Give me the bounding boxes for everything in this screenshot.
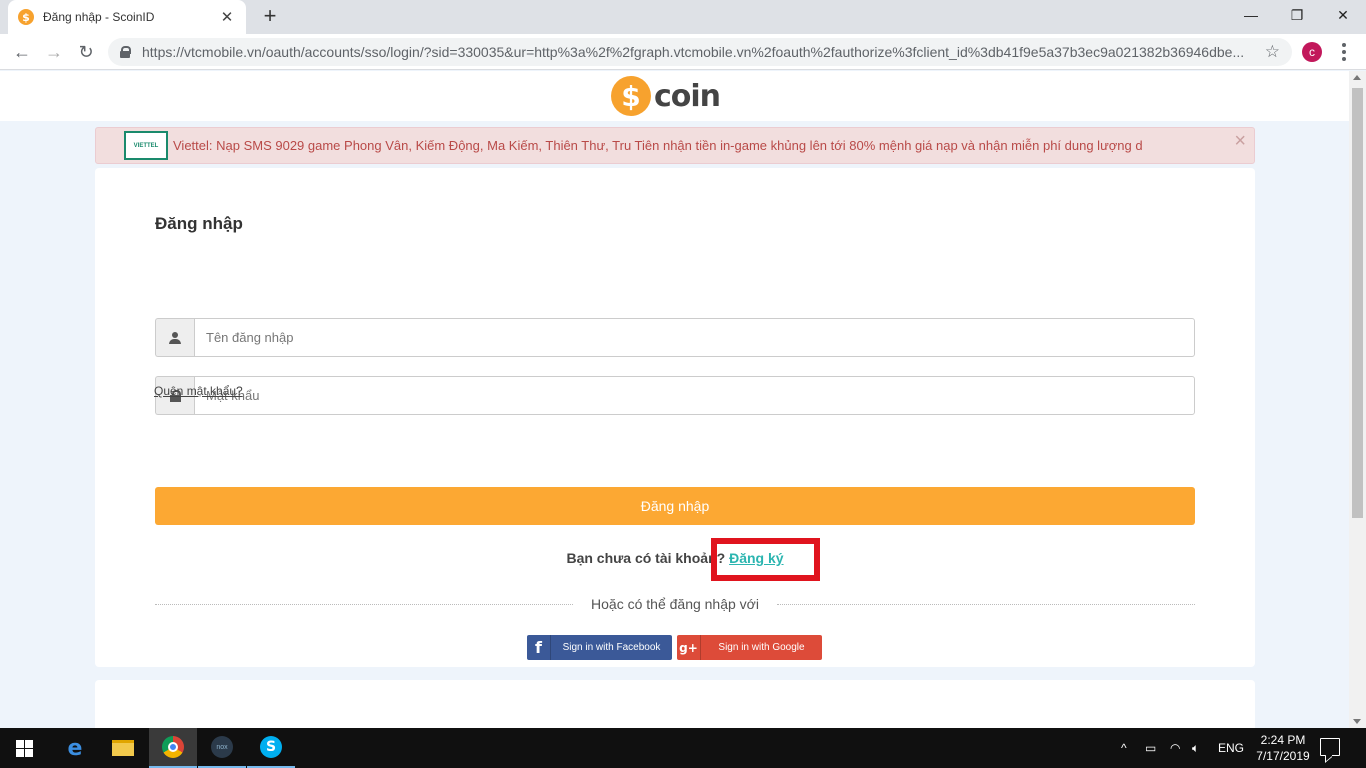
username-group (155, 318, 1195, 357)
back-arrow-icon[interactable]: ← (10, 40, 34, 64)
secure-lock-icon[interactable] (120, 46, 131, 58)
page-viewport: $ coin VIETTEL Viettel: Nạp SMS 9029 gam… (0, 71, 1349, 728)
tab-title: Đăng nhập - ScoinID (43, 10, 155, 24)
login-button[interactable]: Đăng nhập (155, 487, 1195, 525)
scroll-up-icon[interactable] (1353, 75, 1361, 80)
bookmark-star-icon[interactable]: ☆ (1265, 42, 1280, 62)
minimize-icon[interactable]: — (1228, 0, 1274, 30)
scroll-down-icon[interactable] (1353, 719, 1361, 724)
skype-icon: S (260, 736, 282, 758)
register-prompt: Bạn chưa có tài khoản? Đăng ký (95, 550, 1255, 566)
clock-time: 2:24 PM (1260, 733, 1306, 747)
no-account-text: Bạn chưa có tài khoản? (566, 550, 726, 566)
address-bar[interactable]: https://vtcmobile.vn/oauth/accounts/sso/… (108, 38, 1292, 66)
browser-menu-icon[interactable] (1336, 40, 1352, 64)
reload-icon[interactable]: ↻ (74, 40, 98, 64)
windows-logo-icon (15, 739, 33, 757)
promo-alert: VIETTEL Viettel: Nạp SMS 9029 game Phong… (95, 127, 1255, 164)
facebook-icon: f (527, 635, 551, 660)
new-tab-plus-icon[interactable]: + (258, 4, 282, 28)
login-card: Đăng nhập Quên mật khẩu? Đăng nhập Bạn c… (95, 168, 1255, 667)
login-title: Đăng nhập (155, 214, 243, 233)
nox-taskbar-item[interactable]: nox (198, 728, 246, 768)
site-header: $ coin (0, 71, 1349, 121)
start-button[interactable] (0, 728, 48, 768)
secondary-card (95, 680, 1255, 728)
alert-message: Viettel: Nạp SMS 9029 game Phong Vân, Ki… (173, 138, 1143, 153)
action-center-icon[interactable] (1320, 738, 1340, 756)
viettel-logo-text: VIETTEL (133, 142, 159, 149)
facebook-signin-label: Sign in with Facebook (562, 642, 661, 653)
browser-tab-strip: $ Đăng nhập - ScoinID ✕ + — ❐ ✕ (0, 0, 1366, 34)
profile-avatar[interactable]: c (1302, 42, 1322, 62)
password-input[interactable] (194, 376, 1195, 415)
battery-icon[interactable]: ▭ (1145, 728, 1156, 768)
alert-close-icon[interactable]: × (1234, 130, 1246, 153)
facebook-signin-button[interactable]: f Sign in with Facebook (527, 635, 672, 660)
google-plus-icon: g+ (677, 635, 701, 660)
password-group (155, 376, 1195, 415)
url-text[interactable]: https://vtcmobile.vn/oauth/accounts/sso/… (142, 44, 1247, 60)
chrome-icon (162, 736, 184, 758)
logo-text: coin (654, 78, 721, 114)
page-scrollbar[interactable] (1349, 71, 1366, 728)
edge-taskbar-item[interactable]: e (51, 728, 99, 768)
username-input[interactable] (194, 318, 1195, 357)
skype-taskbar-item[interactable]: S (247, 728, 295, 768)
wifi-icon[interactable]: ◠ (1170, 728, 1180, 768)
user-icon (169, 331, 181, 344)
folder-icon (112, 740, 134, 756)
windows-taskbar: e nox S ^ ▭ ◠ 🔈︎ ENG 2:24 PM 7/17/2019 (0, 728, 1366, 768)
window-close-icon[interactable]: ✕ (1320, 0, 1366, 30)
viettel-logo: VIETTEL (124, 131, 168, 160)
nox-icon: nox (211, 736, 233, 758)
language-indicator[interactable]: ENG (1218, 728, 1244, 768)
register-highlight-box (711, 538, 820, 581)
google-signin-button[interactable]: g+ Sign in with Google (677, 635, 822, 660)
google-signin-label: Sign in with Google (718, 642, 805, 653)
scoin-favicon-icon: $ (18, 9, 34, 25)
social-divider: Hoặc có thể đăng nhập với (155, 595, 1195, 615)
username-addon (155, 318, 194, 357)
clock-date: 7/17/2019 (1256, 749, 1310, 763)
show-hidden-icons-icon[interactable]: ^ (1121, 728, 1127, 768)
browser-tab[interactable]: $ Đăng nhập - ScoinID ✕ (8, 0, 246, 34)
restore-icon[interactable]: ❐ (1274, 0, 1320, 30)
forward-arrow-icon[interactable]: → (42, 40, 66, 64)
chrome-taskbar-item[interactable] (149, 728, 197, 768)
tab-close-icon[interactable]: ✕ (218, 8, 236, 26)
scoin-logo[interactable]: $ coin (611, 75, 721, 117)
taskbar-clock[interactable]: 2:24 PM 7/17/2019 (1254, 732, 1312, 764)
scrollbar-thumb[interactable] (1352, 88, 1363, 518)
edge-icon: e (67, 735, 83, 761)
coin-icon: $ (611, 76, 651, 116)
volume-icon[interactable]: 🔈︎ (1192, 728, 1199, 768)
explorer-taskbar-item[interactable] (99, 728, 147, 768)
forgot-password-link[interactable]: Quên mật khẩu? (154, 384, 243, 398)
browser-toolbar: ← → ↻ https://vtcmobile.vn/oauth/account… (0, 34, 1366, 70)
divider-line-right (777, 604, 1195, 605)
